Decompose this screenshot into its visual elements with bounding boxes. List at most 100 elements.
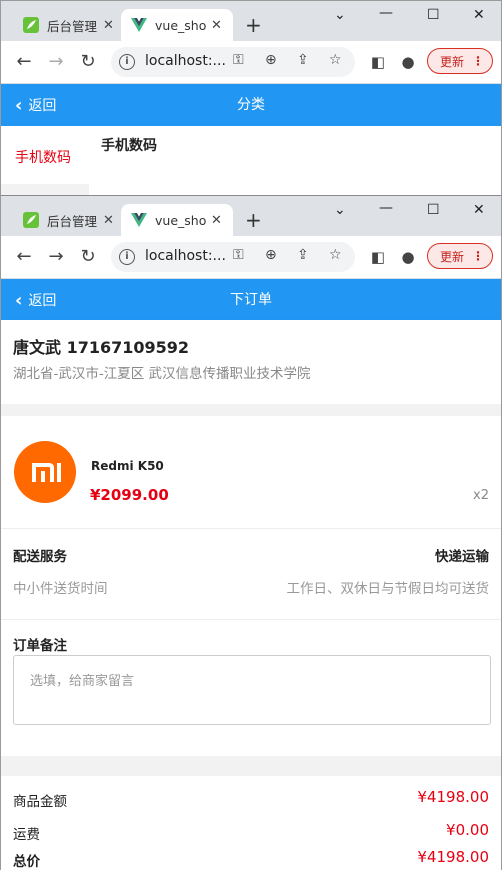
- tab-close-icon[interactable]: ✕: [103, 213, 114, 228]
- profile-avatar-icon[interactable]: ●: [397, 246, 419, 268]
- shipping-fee-label: 运费: [13, 827, 40, 843]
- tab-close-icon[interactable]: ✕: [211, 18, 222, 33]
- back-arrow-icon[interactable]: ←: [13, 51, 35, 73]
- address-bar[interactable]: i localhost:... ⚿ ⊕ ⇪ ☆: [111, 47, 355, 77]
- update-label: 更新: [440, 249, 465, 264]
- back-button[interactable]: ‹ 返回: [15, 84, 56, 126]
- back-label: 返回: [28, 98, 57, 114]
- admin-favicon-icon: [23, 212, 39, 228]
- mi-logo-glyph: [32, 463, 61, 482]
- summary-row-shipping: 运费 ¥0.00: [1, 817, 501, 847]
- update-label: 更新: [440, 54, 465, 69]
- page-title: 分类: [237, 97, 265, 113]
- side-panel-icon[interactable]: ◧: [367, 246, 389, 268]
- zoom-icon[interactable]: ⊕: [265, 52, 277, 68]
- vue-favicon-icon: [131, 18, 147, 32]
- zoom-icon[interactable]: ⊕: [265, 247, 277, 263]
- tab-vue-shop[interactable]: vue_shop ✕: [121, 204, 233, 236]
- back-label: 返回: [28, 293, 57, 309]
- app-header: 下订单 ‹ 返回: [1, 279, 501, 321]
- tab-search-chevron-icon[interactable]: ⌄: [334, 202, 346, 218]
- url-text[interactable]: localhost:...: [145, 53, 226, 69]
- back-button[interactable]: ‹ 返回: [15, 279, 56, 321]
- share-icon[interactable]: ⇪: [297, 247, 309, 263]
- tab-search-chevron-icon[interactable]: ⌄: [334, 7, 346, 23]
- goods-amount-value: ¥4198.00: [417, 788, 489, 806]
- minimize-icon[interactable]: —: [379, 200, 393, 216]
- tab-title: 后台管理: [47, 18, 98, 34]
- tab-strip: 后台管理 ✕ vue_shop ✕ + ⌄ — ☐ ✕: [1, 1, 501, 41]
- maximize-icon[interactable]: ☐: [427, 202, 440, 218]
- key-icon[interactable]: ⚿: [233, 52, 244, 68]
- forward-arrow-icon[interactable]: →: [45, 51, 67, 73]
- category-section-title: 手机数码: [101, 138, 157, 154]
- back-arrow-icon[interactable]: ←: [13, 246, 35, 268]
- summary-row-goods: 商品金额 ¥4198.00: [1, 784, 501, 814]
- tab-admin[interactable]: 后台管理 ✕: [13, 9, 118, 41]
- product-quantity: x2: [473, 488, 489, 503]
- delivery-time-label: 中小件送货时间: [13, 581, 108, 597]
- section-divider: [1, 404, 501, 416]
- product-name: Redmi K50: [91, 459, 164, 473]
- price-summary: 商品金额 ¥4198.00 运费 ¥0.00 总价 ¥4198.00: [1, 776, 501, 870]
- address-detail: 湖北省-武汉市-江夏区 武汉信息传播职业技术学院: [13, 366, 311, 382]
- browser-toolbar: ← → ↻ i localhost:... ⚿ ⊕ ⇪ ☆ ◧ ● 更新 ⋮: [1, 41, 501, 84]
- side-panel-icon[interactable]: ◧: [367, 51, 389, 73]
- goods-amount-label: 商品金额: [13, 794, 67, 810]
- new-tab-button[interactable]: +: [245, 13, 262, 37]
- key-icon[interactable]: ⚿: [233, 247, 244, 263]
- delivery-label: 配送服务: [13, 549, 67, 565]
- tab-close-icon[interactable]: ✕: [103, 18, 114, 33]
- close-window-icon[interactable]: ✕: [473, 202, 485, 218]
- delivery-method: 快递运输: [435, 549, 489, 565]
- order-remark-section: 订单备注: [1, 620, 501, 756]
- forward-arrow-icon[interactable]: →: [45, 246, 67, 268]
- vue-favicon-icon: [131, 213, 147, 227]
- tab-title: vue_shop: [155, 212, 207, 228]
- tab-close-icon[interactable]: ✕: [211, 213, 222, 228]
- site-info-icon[interactable]: i: [119, 249, 135, 265]
- new-tab-button[interactable]: +: [245, 208, 262, 232]
- menu-dots-icon[interactable]: ⋮: [472, 249, 484, 263]
- close-window-icon[interactable]: ✕: [473, 7, 485, 23]
- recipient-name-phone: 唐文武 17167109592: [13, 338, 190, 357]
- reload-icon[interactable]: ↻: [77, 51, 99, 73]
- mi-logo-icon: [14, 441, 76, 503]
- shipping-address-card[interactable]: 唐文武 17167109592 湖北省-武汉市-江夏区 武汉信息传播职业技术学院: [1, 320, 501, 404]
- site-info-icon[interactable]: i: [119, 54, 135, 70]
- update-button[interactable]: 更新 ⋮: [427, 243, 493, 269]
- chevron-left-icon: ‹: [15, 289, 23, 311]
- address-bar[interactable]: i localhost:... ⚿ ⊕ ⇪ ☆: [111, 242, 355, 272]
- maximize-icon[interactable]: ☐: [427, 7, 440, 23]
- remark-label: 订单备注: [13, 638, 67, 654]
- tab-vue-shop[interactable]: vue_shop ✕: [121, 9, 233, 41]
- section-divider: [1, 756, 501, 776]
- summary-row-total: 总价 ¥4198.00: [1, 844, 501, 870]
- total-price-label: 总价: [13, 854, 40, 870]
- delivery-service-section: 配送服务 快递运输 中小件送货时间 工作日、双休日与节假日均可送货: [1, 529, 501, 620]
- remark-input[interactable]: [13, 655, 491, 725]
- tab-admin[interactable]: 后台管理 ✕: [13, 204, 118, 236]
- category-item-active[interactable]: 手机数码: [15, 147, 71, 167]
- product-price: ¥2099.00: [90, 486, 169, 504]
- profile-avatar-icon[interactable]: ●: [397, 51, 419, 73]
- minimize-icon[interactable]: —: [379, 5, 393, 21]
- browser-window-category: 后台管理 ✕ vue_shop ✕ + ⌄ — ☐ ✕ ← → ↻ i loca…: [0, 0, 502, 196]
- bookmark-star-icon[interactable]: ☆: [329, 52, 342, 68]
- tab-title: vue_shop: [155, 17, 207, 33]
- delivery-time-note: 工作日、双休日与节假日均可送货: [286, 581, 490, 597]
- bookmark-star-icon[interactable]: ☆: [329, 247, 342, 263]
- page-title: 下订单: [230, 292, 272, 308]
- share-icon[interactable]: ⇪: [297, 52, 309, 68]
- reload-icon[interactable]: ↻: [77, 246, 99, 268]
- tab-title: 后台管理: [47, 213, 98, 229]
- tab-strip: 后台管理 ✕ vue_shop ✕ + ⌄ — ☐ ✕: [1, 196, 501, 236]
- app-header: 分类 ‹ 返回: [1, 84, 501, 126]
- update-button[interactable]: 更新 ⋮: [427, 48, 493, 74]
- browser-window-order: 后台管理 ✕ vue_shop ✕ + ⌄ — ☐ ✕ ← → ↻ i loca…: [0, 195, 502, 870]
- admin-favicon-icon: [23, 17, 39, 33]
- browser-toolbar: ← → ↻ i localhost:... ⚿ ⊕ ⇪ ☆ ◧ ● 更新 ⋮: [1, 236, 501, 279]
- total-price-value: ¥4198.00: [417, 848, 489, 866]
- menu-dots-icon[interactable]: ⋮: [472, 54, 484, 68]
- url-text[interactable]: localhost:...: [145, 248, 226, 264]
